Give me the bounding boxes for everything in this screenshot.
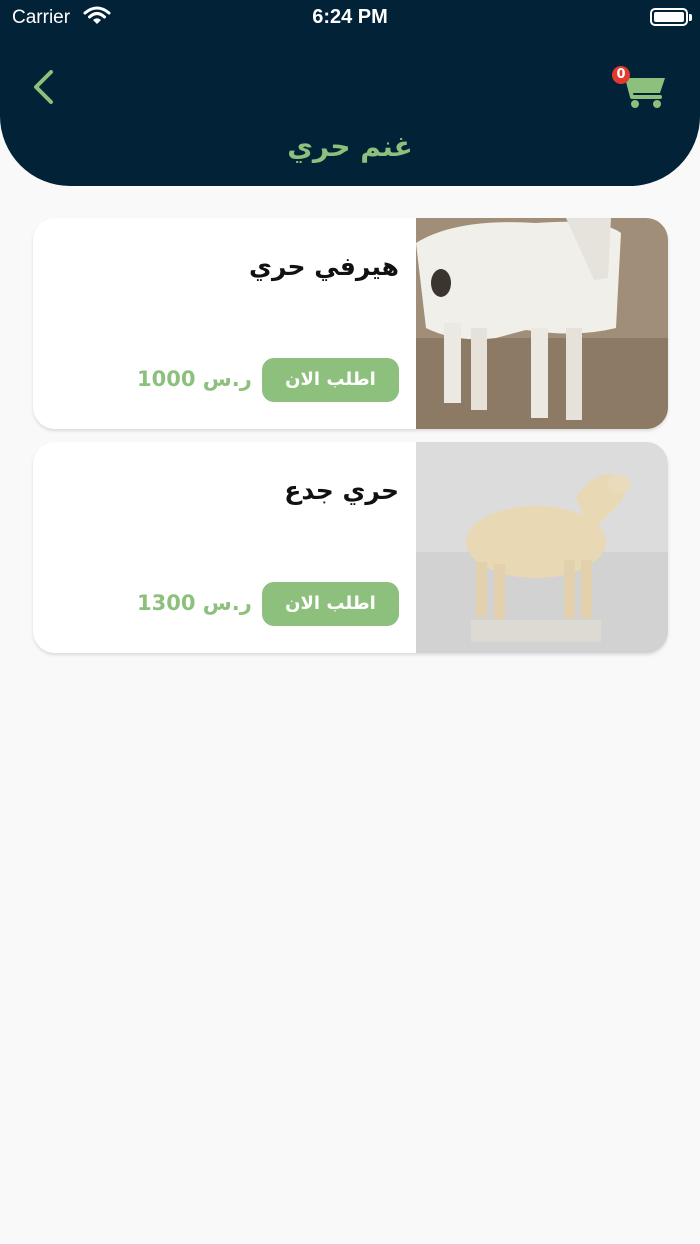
cart-button[interactable]: 0: [612, 66, 670, 112]
product-image: [416, 218, 668, 429]
battery-icon: [650, 8, 692, 26]
status-clock: 6:24 PM: [312, 6, 388, 28]
product-card[interactable]: حري جدع اطلب الان 1300 ر.س: [33, 442, 668, 653]
product-name: حري جدع: [284, 476, 399, 505]
product-image: [416, 442, 668, 653]
cart-count-badge: 0: [612, 66, 630, 84]
order-now-button[interactable]: اطلب الان: [262, 358, 399, 402]
product-name: هيرفي حري: [249, 252, 399, 281]
product-card[interactable]: هيرفي حري اطلب الان 1000 ر.س: [33, 218, 668, 429]
order-now-button[interactable]: اطلب الان: [262, 582, 399, 626]
page-title: غنم حري: [287, 130, 413, 163]
product-price: 1300 ر.س: [137, 591, 252, 615]
back-button[interactable]: [28, 66, 62, 110]
product-price: 1000 ر.س: [137, 367, 252, 391]
chevron-left-icon: [34, 70, 53, 104]
status-bar: Carrier 6:24 PM: [0, 0, 700, 36]
